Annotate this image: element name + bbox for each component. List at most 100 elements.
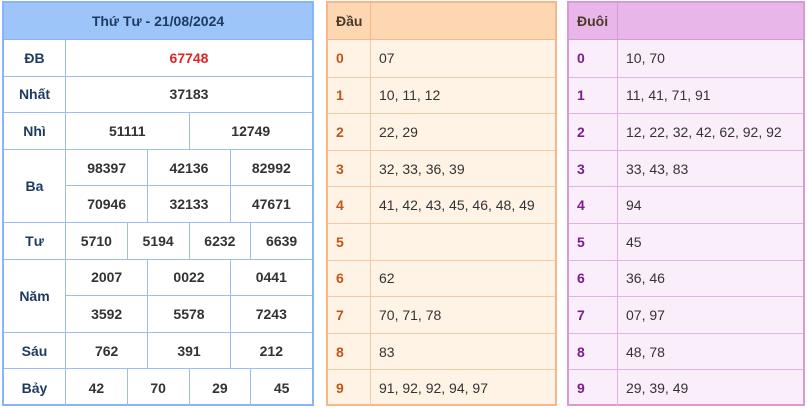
prize-number: 5578 (147, 296, 229, 332)
prize-label: Nhì (4, 113, 66, 149)
tail-numbers: 45 (626, 233, 642, 250)
results-body: ĐB 67748 Nhất 37183 Nhì 51111 12749 Ba 98397 4213… (4, 40, 312, 406)
head-numbers: 07 (379, 50, 395, 67)
prize-number: 29 (188, 369, 251, 406)
tail-numbers: 11, 41, 71, 91 (626, 87, 711, 104)
prize-number: 47671 (229, 186, 312, 222)
head-table-body: 0 07 1 10, 11, 12 2 22, 29 3 32, 33, 36, 39 4 41,… (328, 40, 555, 406)
head-numbers: 62 (379, 270, 395, 287)
prize-number: 2007 (91, 269, 123, 286)
tail-table: Đuôi 0 10, 70 1 11, 41, 71, 91 2 12, 22, 32, … (567, 1, 805, 406)
tail-table-title: Đuôi (569, 3, 618, 39)
tail-digit: 8 (569, 333, 618, 370)
head-numbers (371, 224, 555, 260)
head-digit: 7 (328, 297, 371, 333)
head-row: 3 32, 33, 36, 39 (328, 149, 555, 187)
head-digit: 3 (328, 150, 371, 187)
prize-number: 0022 (147, 259, 229, 296)
tail-row: 4 94 (569, 186, 803, 223)
tail-numbers: 10, 70 (626, 50, 665, 67)
tail-row: 9 29, 39, 49 (569, 369, 803, 406)
prize-row: Nhất 37183 (4, 76, 312, 114)
tail-numbers: 48, 78 (626, 343, 665, 360)
prize-label: Sáu (4, 332, 66, 369)
head-row: 8 83 (328, 332, 555, 370)
tail-digit: 1 (569, 77, 618, 114)
tail-row: 7 07, 97 (569, 296, 803, 333)
tail-numbers: 36, 46 (626, 270, 665, 287)
head-table-title: Đầu (328, 3, 371, 39)
special-prize-number: 67748 (169, 49, 209, 66)
prize-row: Năm 2007 0022 0441 3592 5578 7243 (4, 259, 312, 333)
prize-label: Ba (4, 149, 66, 222)
prize-number: 37183 (169, 86, 209, 103)
tail-row: 3 33, 43, 83 (569, 149, 803, 187)
prize-number: 5710 (80, 232, 112, 249)
head-numbers: 41, 42, 43, 45, 46, 48, 49 (379, 197, 535, 214)
head-row: 0 07 (328, 40, 555, 77)
prize-row: Ba 98397 42136 82992 70946 32133 47671 (4, 149, 312, 223)
tail-numbers: 33, 43, 83 (626, 160, 689, 177)
prize-row: Tư 5710 5194 6232 6639 (4, 222, 312, 260)
prize-number: 0441 (229, 259, 312, 296)
tail-digit: 5 (569, 223, 618, 260)
prize-number: 82992 (229, 149, 312, 186)
head-digit: 8 (328, 333, 371, 370)
head-digit: 6 (328, 260, 371, 297)
head-row: 2 22, 29 (328, 113, 555, 150)
prize-number: 3592 (91, 305, 123, 322)
tail-digit: 2 (569, 114, 618, 150)
tail-numbers: 12, 22, 32, 42, 62, 92, 92 (626, 123, 782, 140)
head-row: 6 62 (328, 259, 555, 297)
head-numbers: 10, 11, 12 (379, 87, 441, 104)
prize-number: 6232 (188, 222, 251, 259)
prize-number: 98397 (87, 159, 127, 176)
tail-row: 8 48, 78 (569, 332, 803, 370)
tail-row: 0 10, 70 (569, 40, 803, 77)
head-digit: 9 (328, 370, 371, 406)
tail-numbers: 07, 97 (626, 306, 665, 323)
prize-row: Nhì 51111 12749 (4, 113, 312, 150)
prize-label: Bảy (4, 369, 66, 406)
prize-number: 7243 (229, 296, 312, 332)
prize-row: ĐB 67748 (4, 40, 312, 77)
prize-row: Sáu 762 391 212 (4, 332, 312, 370)
head-numbers: 91, 92, 92, 94, 97 (379, 380, 488, 397)
prize-label: Tư (4, 222, 66, 259)
head-row: 1 10, 11, 12 (328, 76, 555, 114)
prize-number: 70 (126, 369, 189, 406)
tail-row: 6 36, 46 (569, 259, 803, 297)
head-numbers: 83 (379, 343, 395, 360)
head-digit: 5 (328, 223, 371, 260)
prize-number: 32133 (147, 186, 229, 222)
prize-label: Năm (4, 259, 66, 332)
head-row: 7 70, 71, 78 (328, 296, 555, 333)
tail-digit: 3 (569, 150, 618, 187)
tail-digit: 4 (569, 187, 618, 223)
head-numbers: 22, 29 (379, 123, 418, 140)
head-numbers: 32, 33, 36, 39 (379, 160, 465, 177)
tail-row: 1 11, 41, 71, 91 (569, 76, 803, 114)
prize-number: 391 (147, 332, 229, 369)
prize-row: Bảy 42 70 29 45 (4, 369, 312, 406)
tail-row: 5 45 (569, 222, 803, 260)
tail-numbers: 94 (626, 197, 642, 214)
tail-row: 2 12, 22, 32, 42, 62, 92, 92 (569, 113, 803, 150)
prize-number: 6639 (250, 222, 312, 259)
tail-digit: 9 (569, 370, 618, 406)
prize-number: 12749 (188, 113, 313, 149)
head-digit: 4 (328, 187, 371, 223)
head-row: 9 91, 92, 92, 94, 97 (328, 369, 555, 406)
head-digit: 0 (328, 40, 371, 77)
head-row: 5 (328, 222, 555, 260)
head-numbers: 70, 71, 78 (379, 306, 442, 323)
results-table: Thứ Tư - 21/08/2024 ĐB 67748 Nhất 37183 Nhì 5… (2, 1, 314, 406)
tail-digit: 6 (569, 260, 618, 297)
prize-number: 42 (88, 379, 105, 396)
head-table: Đầu 0 07 1 10, 11, 12 2 22, 29 3 32, 33, 36, 39… (326, 1, 557, 406)
prize-number: 70946 (87, 196, 127, 213)
tail-table-body: 0 10, 70 1 11, 41, 71, 91 2 12, 22, 32, 42, 6… (569, 40, 803, 406)
tail-digit: 0 (569, 40, 618, 77)
head-row: 4 41, 42, 43, 45, 46, 48, 49 (328, 186, 555, 223)
prize-label: Nhất (4, 76, 66, 113)
